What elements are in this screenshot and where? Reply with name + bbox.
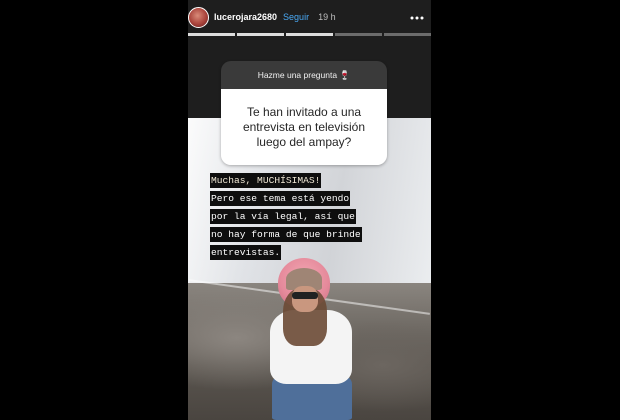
avatar[interactable]	[188, 6, 209, 28]
progress-segment	[188, 33, 235, 36]
story-viewer[interactable]: lucerojara2680 Seguir 19 h Hazme una pre…	[188, 0, 431, 420]
question-sticker-header: Hazme una pregunta 🍷	[221, 61, 387, 89]
follow-button[interactable]: Seguir	[283, 12, 309, 22]
progress-segment-active	[286, 33, 333, 36]
answer-line: no hay forma de que brinde	[210, 227, 362, 242]
question-text: Te han invitado a una entrevista en tele…	[221, 89, 387, 165]
progress-segment	[237, 33, 284, 36]
timestamp: 19 h	[318, 12, 336, 22]
wine-glass-icon: 🍷	[339, 69, 351, 80]
question-prompt: Hazme una pregunta	[257, 70, 338, 80]
answer-line: Muchas, MUCHÍSIMAS!	[210, 173, 322, 188]
face	[292, 286, 318, 312]
answer-line: Pero ese tema está yendo	[210, 191, 351, 206]
sunglasses	[292, 292, 318, 299]
question-sticker[interactable]: Hazme una pregunta 🍷 Te han invitado a u…	[221, 61, 387, 165]
answer-line: por la vía legal, así que	[210, 209, 356, 224]
progress-segment	[335, 33, 382, 36]
username[interactable]: lucerojara2680	[214, 12, 277, 22]
progress-segment	[384, 33, 431, 36]
more-dots-icon[interactable]	[410, 9, 424, 23]
story-progress-bar	[188, 33, 431, 36]
answer-line: entrevistas.	[210, 245, 282, 260]
story-header: lucerojara2680 Seguir 19 h	[188, 6, 431, 28]
answer-text-block: Muchas, MUCHÍSIMAS! Pero ese tema está y…	[210, 173, 362, 263]
